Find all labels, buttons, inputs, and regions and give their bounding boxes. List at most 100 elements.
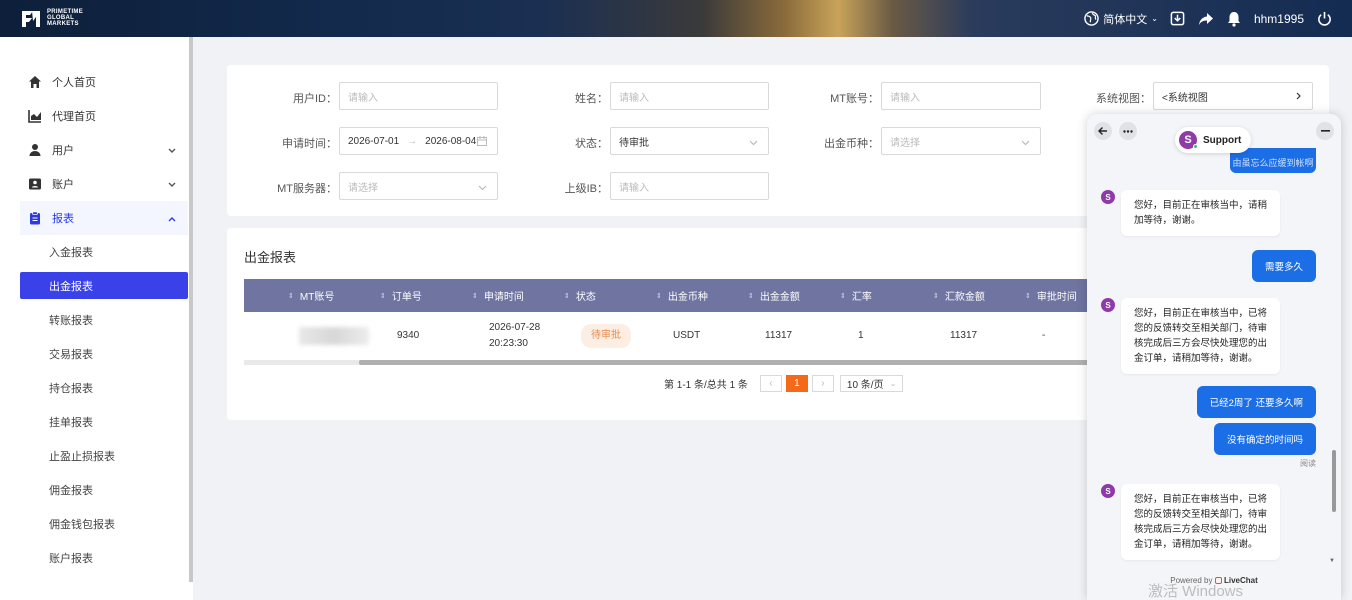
sidebar-subitem-commission-wallet-report[interactable]: 佣金钱包报表	[20, 507, 188, 541]
column-header-currency[interactable]: ⇕ 出金币种	[656, 279, 708, 312]
sidebar-subitem-tp-sl-report[interactable]: 止盈止损报表	[20, 439, 188, 473]
agent-avatar: S	[1101, 298, 1115, 312]
sidebar-item-agent-home[interactable]: 代理首页	[20, 99, 188, 133]
mt-account-input[interactable]: 请输入	[881, 82, 1041, 110]
brand-logo[interactable]: PRIMETIME GLOBAL MARKETS	[20, 7, 83, 29]
bell-icon[interactable]	[1226, 11, 1242, 27]
sidebar-subitem-trade-report[interactable]: 交易报表	[20, 337, 188, 371]
sort-icon: ⇕	[288, 292, 294, 300]
sidebar-item-label: 个人首页	[52, 77, 96, 89]
sidebar-item-reports[interactable]: 报表	[20, 201, 188, 235]
account-card-icon	[28, 177, 42, 191]
chevron-down-icon: ⌄	[889, 379, 897, 388]
column-header-remit-amount[interactable]: ⇕ 汇款金额	[933, 279, 985, 312]
apply-time-start: 2026-07-01	[348, 135, 400, 147]
currency-label: 出金币种：	[824, 138, 879, 150]
next-page-button[interactable]: ›	[811, 375, 834, 392]
cell-approve-time: -	[1042, 330, 1046, 341]
apply-time-range-picker[interactable]: 2026-07-01 → 2026-08-04	[339, 127, 498, 155]
chevron-down-icon	[478, 183, 487, 194]
livechat-widget: 由虽忘么应缓到帐啊 S Support S 您好，目前正在审核当中，请稍 加等待…	[1087, 114, 1341, 600]
column-header-rate[interactable]: ⇕ 汇率	[840, 279, 872, 312]
name-input[interactable]: 请输入	[610, 82, 769, 110]
sort-icon: ⇕	[472, 292, 478, 300]
status-label: 状态：	[575, 138, 608, 150]
sidebar-subitem-transfer-report[interactable]: 转账报表	[20, 303, 188, 337]
chart-icon	[28, 109, 42, 123]
chat-message-agent: 您好，目前正在审核当中，已将 您的反馈转交至相关部门，待审 核完成后三方会尽快处…	[1121, 298, 1281, 374]
download-icon[interactable]	[1170, 11, 1186, 27]
sort-icon: ⇕	[656, 292, 662, 300]
language-label: 简体中文	[1103, 13, 1148, 26]
sidebar-scrollbar[interactable]	[189, 37, 193, 582]
back-arrow-icon[interactable]	[1094, 122, 1112, 140]
system-view-label: 系统视图：	[1096, 93, 1151, 105]
power-icon[interactable]	[1316, 11, 1332, 27]
user-id-input[interactable]: 请输入	[339, 82, 498, 110]
sidebar-item-label: 用户	[52, 145, 74, 157]
online-status-dot	[1193, 144, 1198, 149]
chat-title: Support	[1203, 134, 1242, 146]
column-header-approve-time[interactable]: ⇕ 审批时间	[1025, 279, 1077, 312]
mt-server-select[interactable]: 请选择	[339, 172, 498, 200]
sort-icon: ⇕	[564, 292, 570, 300]
chevron-down-icon	[749, 138, 758, 149]
page-button-current[interactable]: 1	[785, 375, 808, 392]
chevron-left-icon: ‹	[769, 378, 773, 389]
column-header-status[interactable]: ⇕ 状态	[564, 279, 596, 312]
system-view-select[interactable]: <系统视图	[1153, 82, 1313, 110]
chevron-down-icon	[1021, 138, 1030, 149]
table-title: 出金报表	[244, 250, 297, 265]
chat-message-user: 需要多久	[1251, 250, 1316, 282]
cell-amount: 11317	[765, 330, 793, 341]
chat-scrollbar[interactable]	[1332, 450, 1336, 512]
sidebar-item-users[interactable]: 用户	[20, 133, 188, 167]
chevron-down-icon	[168, 145, 176, 157]
sort-icon: ⇕	[933, 292, 939, 300]
column-header-amount[interactable]: ⇕ 出金金额	[748, 279, 800, 312]
user-id-label: 用户ID：	[293, 93, 337, 105]
scroll-down-arrow-icon[interactable]: ▼	[1329, 558, 1335, 564]
page-size-select[interactable]: 10 条/页 ⌄	[839, 375, 904, 392]
sidebar-item-accounts[interactable]: 账户	[20, 167, 188, 201]
currency-select[interactable]: 请选择	[881, 127, 1041, 155]
column-header-order-no[interactable]: ⇕ 订单号	[380, 279, 422, 312]
sidebar-subitem-account-report[interactable]: 账户报表	[20, 541, 188, 575]
more-options-icon[interactable]	[1119, 122, 1137, 140]
sidebar-subitem-position-report[interactable]: 持仓报表	[20, 371, 188, 405]
sidebar-subitem-withdrawal-report[interactable]: 出金报表	[20, 272, 188, 299]
column-header-apply-time[interactable]: ⇕ 申请时间	[472, 279, 524, 312]
sidebar-subitem-deposit-report[interactable]: 入金报表	[20, 235, 188, 269]
currency-select-placeholder: 请选择	[890, 137, 920, 149]
username[interactable]: hhm1995	[1254, 12, 1304, 26]
superior-ib-input[interactable]: 请输入	[610, 172, 769, 200]
mt-account-label: MT账号：	[830, 93, 879, 105]
report-clipboard-icon	[28, 211, 42, 225]
cell-apply-time: 2026-07-28 20:23:30	[489, 322, 541, 349]
user-icon	[28, 143, 42, 157]
mt-server-label: MT服务器：	[277, 183, 337, 195]
top-bar: PRIMETIME GLOBAL MARKETS 简体中文 ⌄ hhm1995	[0, 0, 1352, 37]
sidebar-item-personal-home[interactable]: 个人首页	[20, 65, 188, 99]
name-label: 姓名：	[575, 93, 608, 105]
language-selector[interactable]: 简体中文 ⌄	[1084, 11, 1158, 27]
pagination: 第 1-1 条/总共 1 条 ‹ 1 › 10 条/页 ⌄	[664, 375, 904, 392]
sidebar-subitem-pending-order-report[interactable]: 挂单报表	[20, 405, 188, 439]
logo-icon	[22, 11, 40, 27]
agent-avatar: S	[1101, 484, 1115, 498]
sort-icon: ⇕	[840, 292, 846, 300]
prev-page-button[interactable]: ‹	[759, 375, 782, 392]
cell-order-no: 9340	[397, 330, 420, 341]
sidebar: 个人首页 代理首页 用户 账户 报表 入金报表 出金报表 转账报表 交易报表 持…	[0, 37, 193, 600]
minimize-icon[interactable]	[1316, 122, 1334, 140]
column-header-mt-account[interactable]: ⇕ MT账号	[288, 279, 334, 312]
cell-rate: 1	[858, 330, 864, 341]
cell-status: 待审批	[581, 312, 631, 360]
sidebar-item-label: 报表	[52, 213, 74, 225]
pagination-total: 第 1-1 条/总共 1 条	[664, 380, 748, 391]
sidebar-subitem-commission-report[interactable]: 佣金报表	[20, 473, 188, 507]
cell-remit-amount: 11317	[950, 330, 978, 341]
calendar-icon	[477, 136, 487, 149]
status-select[interactable]: 待审批	[610, 127, 769, 155]
share-icon[interactable]	[1198, 11, 1214, 27]
